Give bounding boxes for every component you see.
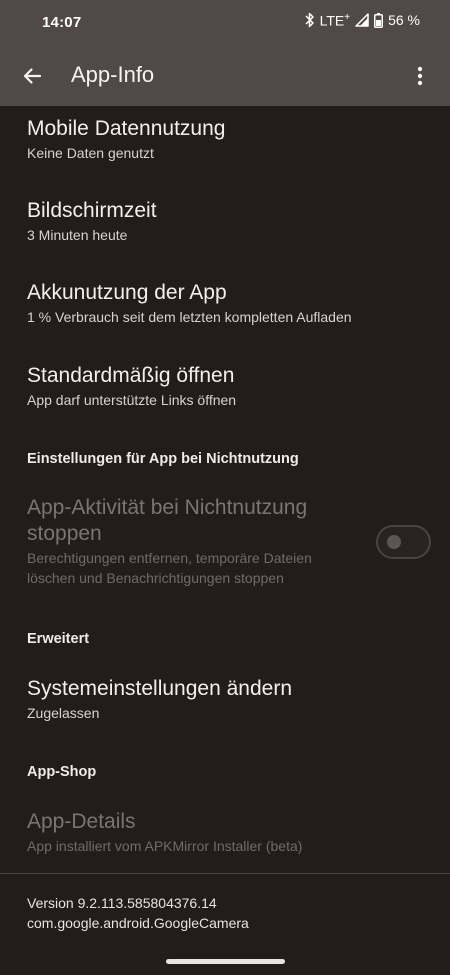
version-text: Version 9.2.113.585804376.14	[27, 895, 217, 911]
item-title: Bildschirmzeit	[27, 199, 157, 222]
app-bar: App-Info	[0, 46, 450, 106]
item-subtitle: 3 Minuten heute	[27, 227, 128, 243]
signal-icon	[355, 13, 369, 28]
gesture-nav-handle[interactable]	[166, 959, 285, 964]
item-subtitle: Berechtigungen entfernen, temporäre Date…	[27, 550, 312, 586]
page-title: App-Info	[71, 62, 155, 87]
network-type: LTE+	[319, 12, 351, 29]
item-title: Systemeinstellungen ändern	[27, 677, 293, 700]
version-footer: Version 9.2.113.585804376.14 com.google.…	[27, 893, 249, 933]
bluetooth-icon	[304, 12, 315, 28]
item-title: App-Details	[27, 810, 136, 833]
battery-icon	[374, 12, 384, 28]
package-name: com.google.android.GoogleCamera	[27, 915, 249, 931]
item-subtitle: App installiert vom APKMirror Installer …	[27, 838, 303, 854]
settings-list: Mobile Datennutzung Keine Daten genutzt …	[0, 106, 450, 873]
item-subtitle: Keine Daten genutzt	[27, 145, 154, 161]
screen-time-item[interactable]: Bildschirmzeit 3 Minuten heute	[27, 198, 430, 245]
open-by-default-item[interactable]: Standardmäßig öffnen App darf unterstütz…	[27, 363, 430, 410]
pause-activity-toggle[interactable]	[376, 525, 431, 559]
battery-level: 56 %	[388, 12, 420, 29]
section-header-unused: Einstellungen für App bei Nichtnutzung	[27, 451, 299, 467]
pause-app-activity-item[interactable]: App-Aktivität bei Nichtnutzung stoppen B…	[27, 495, 360, 588]
more-vert-icon[interactable]	[410, 64, 430, 88]
section-header-advanced: Erweitert	[27, 631, 90, 647]
toggle-knob	[387, 535, 401, 549]
item-subtitle: Zugelassen	[27, 705, 100, 721]
section-header-store: App-Shop	[27, 764, 97, 780]
item-title: Standardmäßig öffnen	[27, 364, 235, 387]
item-title: Akkunutzung der App	[27, 281, 227, 304]
item-title: App-Aktivität bei Nichtnutzung stoppen	[27, 496, 308, 545]
mobile-data-item[interactable]: Mobile Datennutzung Keine Daten genutzt	[27, 116, 430, 163]
item-subtitle: App darf unterstützte Links öffnen	[27, 392, 237, 408]
app-details-item[interactable]: App-Details App installiert vom APKMirro…	[27, 809, 430, 856]
arrow-back-icon[interactable]	[18, 62, 46, 90]
status-bar: 14:07 LTE+ 56 %	[0, 0, 450, 46]
status-time: 14:07	[42, 14, 82, 31]
item-subtitle: 1 % Verbrauch seit dem letzten komplette…	[27, 309, 352, 325]
battery-usage-item[interactable]: Akkunutzung der App 1 % Verbrauch seit d…	[27, 280, 430, 327]
footer-divider	[0, 873, 450, 874]
item-title: Mobile Datennutzung	[27, 117, 226, 140]
status-icons: LTE+ 56 %	[304, 12, 420, 29]
modify-system-settings-item[interactable]: Systemeinstellungen ändern Zugelassen	[27, 676, 430, 723]
